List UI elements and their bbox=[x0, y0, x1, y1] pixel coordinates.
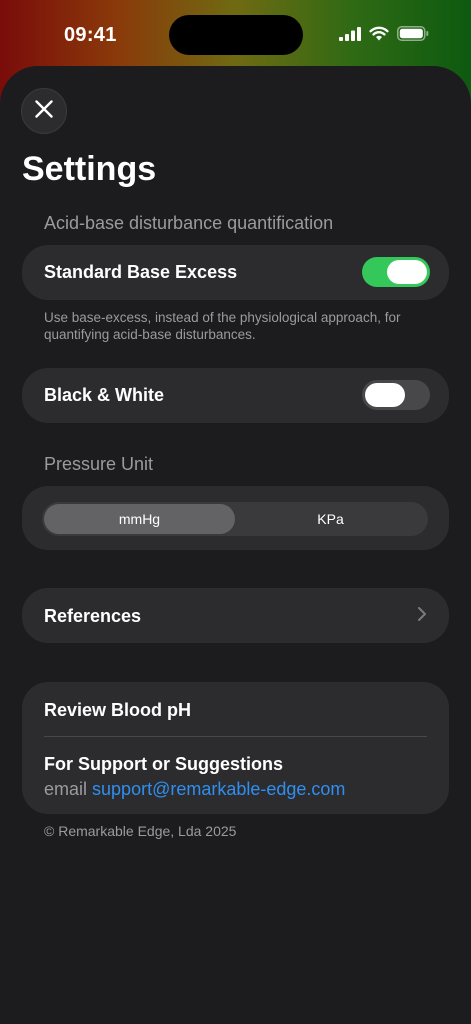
chevron-right-icon bbox=[417, 606, 427, 627]
support-heading: For Support or Suggestions bbox=[44, 754, 283, 774]
black-white-toggle[interactable] bbox=[362, 380, 430, 410]
close-icon bbox=[35, 99, 53, 123]
pressure-unit-card: mmHg KPa bbox=[22, 486, 449, 550]
toggle-knob bbox=[387, 260, 427, 284]
base-excess-footnote: Use base-excess, instead of the physiolo… bbox=[44, 310, 401, 342]
standard-base-excess-toggle[interactable] bbox=[362, 257, 430, 287]
support-email-link[interactable]: support@remarkable-edge.com bbox=[92, 779, 345, 799]
battery-icon bbox=[397, 26, 429, 46]
acid-base-section-label: Acid-base disturbance quantification bbox=[44, 213, 334, 233]
support-card: Review Blood pH For Support or Suggestio… bbox=[22, 682, 449, 814]
review-blood-ph-link[interactable]: Review Blood pH bbox=[44, 700, 191, 721]
toggle-knob bbox=[365, 383, 405, 407]
pressure-unit-segmented-control: mmHg KPa bbox=[42, 502, 428, 536]
system-icons bbox=[339, 26, 429, 46]
standard-base-excess-label: Standard Base Excess bbox=[44, 262, 238, 282]
copyright-text: © Remarkable Edge, Lda 2025 bbox=[44, 823, 237, 839]
black-white-label: Black & White bbox=[44, 385, 165, 405]
divider bbox=[44, 736, 427, 737]
cellular-signal-icon bbox=[339, 26, 361, 46]
references-row[interactable]: References bbox=[22, 588, 449, 643]
references-label: References bbox=[44, 606, 142, 626]
support-email-line: email support@remarkable-edge.com bbox=[44, 779, 345, 800]
segment-mmhg[interactable]: mmHg bbox=[44, 504, 235, 534]
status-bar: 09:41 bbox=[0, 0, 471, 66]
page-title: Settings bbox=[22, 150, 157, 188]
standard-base-excess-row: Standard Base Excess bbox=[22, 245, 449, 300]
settings-sheet: Settings Acid-base disturbance quantific… bbox=[0, 66, 471, 1024]
status-time: 09:41 bbox=[64, 24, 117, 46]
black-white-row: Black & White bbox=[22, 368, 449, 423]
segment-kpa[interactable]: KPa bbox=[235, 504, 426, 534]
wifi-icon bbox=[369, 26, 389, 46]
pressure-unit-section-label: Pressure Unit bbox=[44, 454, 154, 474]
dynamic-island bbox=[169, 15, 303, 55]
email-prefix: email bbox=[44, 779, 88, 799]
close-button[interactable] bbox=[21, 88, 67, 134]
